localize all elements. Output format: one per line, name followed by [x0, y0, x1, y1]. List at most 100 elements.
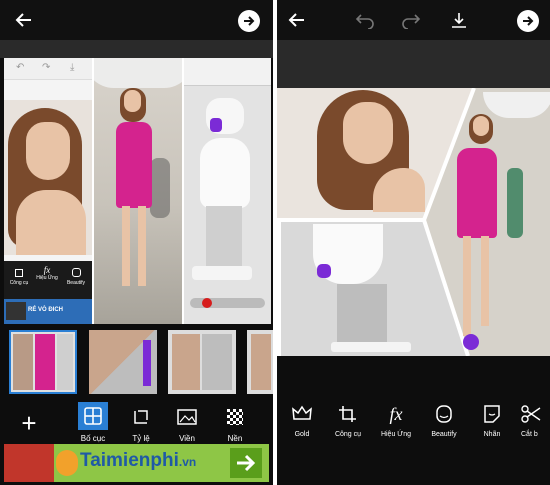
background-checker-icon	[227, 408, 243, 425]
mini-fx-icon: fx	[43, 265, 51, 275]
tool-effects[interactable]: fx Hiệu Ứng	[375, 398, 417, 444]
undo-button[interactable]	[353, 8, 377, 32]
banner-ad[interactable]: Taimienphi.vn	[4, 444, 269, 482]
back-button[interactable]	[12, 8, 36, 32]
leg	[481, 236, 489, 326]
mini-ad-text: RÉ VÒ ĐICH	[28, 307, 64, 313]
tool-border[interactable]: Viền	[170, 400, 204, 444]
tool-label: Nhãn	[483, 430, 501, 438]
collage-cell-3d-model[interactable]	[184, 58, 271, 324]
tool-cut[interactable]: Cắt b	[521, 398, 550, 444]
tool-ratio[interactable]: Tỷ lệ	[124, 400, 158, 444]
ad-brand: Taimienphi.vn	[80, 450, 197, 471]
ad-logo-mark	[56, 450, 78, 476]
arrow-right-icon	[523, 16, 534, 26]
mini-crop-icon	[15, 269, 23, 277]
model-purple	[317, 264, 331, 278]
leg	[463, 236, 471, 336]
left-screen: ↶ ↷ ⤓ Công cụ fx Hiệu Ứng Beautify RÉ VÒ…	[0, 0, 273, 485]
tool-beautify[interactable]: Beautify	[423, 398, 465, 444]
redo-icon	[402, 14, 421, 29]
background-people	[150, 158, 170, 218]
fx-icon: fx	[389, 403, 403, 424]
arrow-right-icon	[237, 454, 256, 472]
ad-arrow-button[interactable]	[230, 448, 262, 478]
face-icon	[436, 404, 452, 423]
model-base	[192, 266, 252, 280]
add-button[interactable]: +	[14, 408, 44, 438]
arrow-left-icon	[288, 13, 304, 27]
back-button[interactable]	[285, 8, 309, 32]
top-toolbar	[0, 0, 273, 40]
arrow-right-icon	[244, 16, 255, 26]
model-base	[331, 342, 411, 352]
purple-accent	[463, 334, 479, 350]
border-image-icon	[177, 408, 197, 425]
tool-label: Viền	[179, 433, 195, 443]
bottom-toolbar: + Bố cục Tỷ lệ Viền Nền	[0, 398, 273, 444]
download-icon	[452, 13, 466, 28]
scissors-icon	[521, 404, 541, 423]
model-legs	[337, 284, 387, 346]
top-toolbar	[277, 0, 550, 40]
tool-tools[interactable]: Công cụ	[327, 398, 369, 444]
next-button[interactable]	[517, 10, 539, 32]
ad-left-image	[4, 444, 54, 482]
portrait-photo	[4, 100, 92, 255]
mini-tool-label: Công cụ	[9, 280, 29, 286]
mini-undo-icon: ↶	[16, 62, 25, 73]
mini-redo-icon: ↷	[42, 62, 51, 73]
bottom-toolbar: Gold Công cụ fx Hiệu Ứng Beautify Nhãn C…	[277, 396, 550, 446]
model-body	[200, 138, 250, 208]
redo-button[interactable]	[399, 8, 423, 32]
palette-bar	[184, 58, 271, 86]
tool-label: Hiệu Ứng	[380, 430, 412, 438]
mini-tool-effects[interactable]: fx Hiệu Ứng	[34, 265, 60, 295]
pink-dress	[116, 122, 152, 208]
mini-ad-strip[interactable]: RÉ VÒ ĐICH	[4, 299, 92, 324]
collage-cell-portrait[interactable]: ↶ ↷ ⤓ Công cụ fx Hiệu Ứng Beautify RÉ VÒ…	[4, 58, 92, 324]
undo-icon	[355, 14, 374, 29]
color-dot[interactable]	[202, 298, 212, 308]
mini-toolbar: Công cụ fx Hiệu Ứng Beautify	[4, 261, 92, 299]
collage-canvas	[277, 88, 550, 356]
crop-icon	[339, 405, 356, 422]
crown-icon	[292, 405, 312, 420]
tool-gold[interactable]: Gold	[281, 398, 323, 444]
layout-thumbnail-strip	[0, 326, 273, 398]
spacer-band	[277, 356, 550, 396]
mini-tool-beautify[interactable]: Beautify	[62, 265, 90, 295]
mini-tool-label: Beautify	[66, 280, 86, 286]
mini-download-icon: ⤓	[70, 62, 75, 73]
tool-background[interactable]: Nền	[218, 400, 252, 444]
mini-tool-label: Hiệu Ứng	[36, 275, 58, 281]
right-screen: Gold Công cụ fx Hiệu Ứng Beautify Nhãn C…	[277, 0, 550, 485]
next-button[interactable]	[238, 10, 260, 32]
layout-thumbnail[interactable]	[89, 330, 157, 394]
tool-label: Công cụ	[334, 430, 362, 438]
sticker-icon	[484, 404, 500, 423]
save-button[interactable]	[447, 8, 471, 32]
layout-grid-icon	[78, 401, 108, 430]
model-legs	[206, 206, 242, 266]
collage-cell-street[interactable]	[94, 58, 182, 324]
tool-label: Bố cục	[80, 433, 106, 443]
tool-label: Gold	[294, 430, 310, 438]
tool-label: Tỷ lệ	[132, 433, 150, 443]
portrait-face	[343, 102, 393, 164]
mini-ad-image	[6, 302, 26, 320]
mini-face-icon	[71, 268, 81, 277]
street-face	[473, 116, 489, 136]
umbrella	[94, 58, 182, 88]
ratio-icon	[134, 409, 148, 424]
tool-sticker[interactable]: Nhãn	[471, 398, 513, 444]
model-purple	[210, 118, 222, 132]
mini-tool-tools[interactable]: Công cụ	[6, 265, 32, 295]
spacer-band	[277, 40, 550, 88]
layout-thumbnail[interactable]	[247, 330, 273, 394]
layout-thumbnail-selected[interactable]	[9, 330, 77, 394]
tool-layout[interactable]: Bố cục	[76, 400, 110, 444]
tool-label: Nền	[227, 433, 243, 443]
layout-thumbnail[interactable]	[168, 330, 236, 394]
collage-canvas: ↶ ↷ ⤓ Công cụ fx Hiệu Ứng Beautify RÉ VÒ…	[4, 58, 271, 324]
